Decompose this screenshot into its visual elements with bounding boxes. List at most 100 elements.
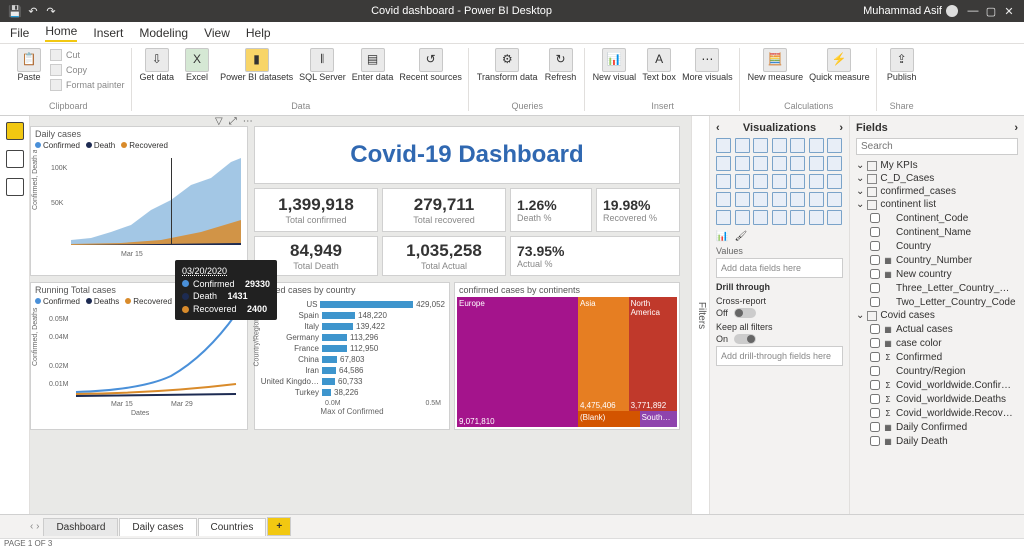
viz-icon[interactable] (772, 174, 787, 189)
field-item[interactable]: ▦New country (856, 267, 1018, 281)
page-tab[interactable]: Daily cases (119, 518, 196, 536)
field-item[interactable]: ▦case color (856, 336, 1018, 350)
viz-icon[interactable] (790, 210, 805, 225)
viz-icon[interactable] (827, 156, 842, 171)
recent-sources-button[interactable]: ↺Recent sources (399, 48, 462, 83)
keep-filters-toggle[interactable] (734, 334, 756, 344)
menu-modeling[interactable]: Modeling (139, 26, 188, 40)
menu-home[interactable]: Home (45, 24, 77, 42)
field-item[interactable]: ▦Actual cases (856, 322, 1018, 336)
values-well[interactable]: Add data fields here (716, 258, 843, 278)
undo-icon[interactable]: ↶ (24, 5, 42, 18)
format-icon[interactable]: 🖌 (734, 231, 747, 242)
menu-insert[interactable]: Insert (93, 26, 123, 40)
menu-help[interactable]: Help (246, 26, 271, 40)
close-icon[interactable]: ✕ (1000, 5, 1018, 18)
viz-icon[interactable] (772, 156, 787, 171)
format-painter-button[interactable]: Format painter (50, 78, 125, 92)
cases-by-continent-chart[interactable]: confirmed cases by continents Europe9,07… (454, 282, 680, 430)
refresh-button[interactable]: ↻Refresh (544, 48, 578, 83)
page-tab[interactable]: Dashboard (43, 518, 118, 536)
treemap-box[interactable]: South… (640, 411, 677, 427)
viz-icon[interactable] (753, 192, 768, 207)
menu-file[interactable]: File (10, 26, 29, 40)
sql-server-button[interactable]: 𝄃SQL Server (299, 48, 346, 83)
field-item[interactable]: Three_Letter_Country_Code (856, 281, 1018, 295)
viz-icon[interactable] (735, 138, 750, 153)
viz-icon[interactable] (716, 138, 731, 153)
model-view-icon[interactable] (6, 178, 24, 196)
text-box-button[interactable]: AText box (642, 48, 676, 83)
viz-icon[interactable] (735, 210, 750, 225)
viz-icon[interactable] (753, 138, 768, 153)
quick-measure-button[interactable]: ⚡Quick measure (809, 48, 870, 83)
treemap-box[interactable]: Asia4,475,406 (578, 297, 629, 411)
new-visual-button[interactable]: 📊New visual (593, 48, 637, 83)
viz-icon[interactable] (809, 174, 824, 189)
fields-icon[interactable]: 📊 (716, 231, 728, 242)
viz-icon[interactable] (716, 174, 731, 189)
viz-icon[interactable] (827, 138, 842, 153)
table-item[interactable]: ⌄My KPIs (856, 159, 1018, 172)
viz-icon[interactable] (809, 138, 824, 153)
cut-button[interactable]: Cut (50, 48, 125, 62)
excel-button[interactable]: XExcel (180, 48, 214, 83)
viz-icon[interactable] (753, 156, 768, 171)
viz-icon[interactable] (716, 210, 731, 225)
viz-icon[interactable] (827, 210, 842, 225)
viz-icon[interactable] (772, 138, 787, 153)
fields-search-input[interactable] (856, 138, 1018, 155)
field-item[interactable]: Continent_Code (856, 211, 1018, 225)
field-item[interactable]: ΣCovid_worldwide.Deaths (856, 392, 1018, 406)
bar-row[interactable]: Turkey38,226 (259, 387, 445, 398)
report-view-icon[interactable] (6, 122, 24, 140)
bar-row[interactable]: Iran64,586 (259, 365, 445, 376)
field-item[interactable]: ΣConfirmed (856, 350, 1018, 364)
transform-data-button[interactable]: ⚙Transform data (477, 48, 538, 83)
viz-icon[interactable] (716, 156, 731, 171)
bar-row[interactable]: Spain148,220 (259, 310, 445, 321)
page-tab[interactable]: Countries (198, 518, 267, 536)
viz-icon[interactable] (809, 156, 824, 171)
table-item[interactable]: ⌄continent list (856, 198, 1018, 211)
treemap-box[interactable]: Europe9,071,810 (457, 297, 578, 427)
bar-row[interactable]: US429,052 (259, 299, 445, 310)
drill-well[interactable]: Add drill-through fields here (716, 346, 843, 366)
field-item[interactable]: Continent_Name (856, 225, 1018, 239)
more-visuals-button[interactable]: ⋯More visuals (682, 48, 733, 83)
viz-icon[interactable] (827, 174, 842, 189)
viz-icon[interactable] (753, 210, 768, 225)
viz-icon[interactable] (753, 174, 768, 189)
viz-icon[interactable] (716, 192, 731, 207)
save-icon[interactable]: 💾 (6, 5, 24, 18)
table-item[interactable]: ⌄C_D_Cases (856, 172, 1018, 185)
treemap-box[interactable]: North America3,771,892 (629, 297, 677, 411)
cases-by-country-chart[interactable]: …med cases by country US429,052Spain148,… (254, 282, 450, 430)
viz-icon[interactable] (827, 192, 842, 207)
viz-icon[interactable] (735, 192, 750, 207)
bar-row[interactable]: Italy139,422 (259, 321, 445, 332)
field-item[interactable]: Country (856, 239, 1018, 253)
bar-row[interactable]: Germany113,296 (259, 332, 445, 343)
publish-button[interactable]: ⇪Publish (885, 48, 919, 83)
new-measure-button[interactable]: 🧮New measure (748, 48, 804, 83)
filters-pane[interactable]: ‹Filters (691, 116, 709, 514)
table-item[interactable]: ⌄confirmed_cases (856, 185, 1018, 198)
viz-icon[interactable] (809, 210, 824, 225)
enter-data-button[interactable]: ▤Enter data (352, 48, 394, 83)
field-item[interactable]: ΣCovid_worldwide.Confirmed (856, 378, 1018, 392)
viz-icon[interactable] (790, 156, 805, 171)
cross-report-toggle[interactable] (734, 308, 756, 318)
redo-icon[interactable]: ↷ (42, 5, 60, 18)
treemap-box[interactable]: (Blank) (578, 411, 640, 427)
field-item[interactable]: ▦Daily Death (856, 434, 1018, 448)
viz-icon[interactable] (772, 210, 787, 225)
pbi-datasets-button[interactable]: ▮Power BI datasets (220, 48, 293, 83)
bar-row[interactable]: France112,950 (259, 343, 445, 354)
viz-icon[interactable] (772, 192, 787, 207)
field-item[interactable]: ▦Daily Confirmed (856, 420, 1018, 434)
report-canvas[interactable]: ▽ ⤢ ⋯ Daily cases ConfirmedDeathRecovere… (30, 116, 691, 514)
bar-row[interactable]: China67,803 (259, 354, 445, 365)
paste-button[interactable]: 📋Paste (12, 48, 46, 92)
daily-cases-chart[interactable]: Daily cases ConfirmedDeathRecovered Conf… (30, 126, 248, 276)
